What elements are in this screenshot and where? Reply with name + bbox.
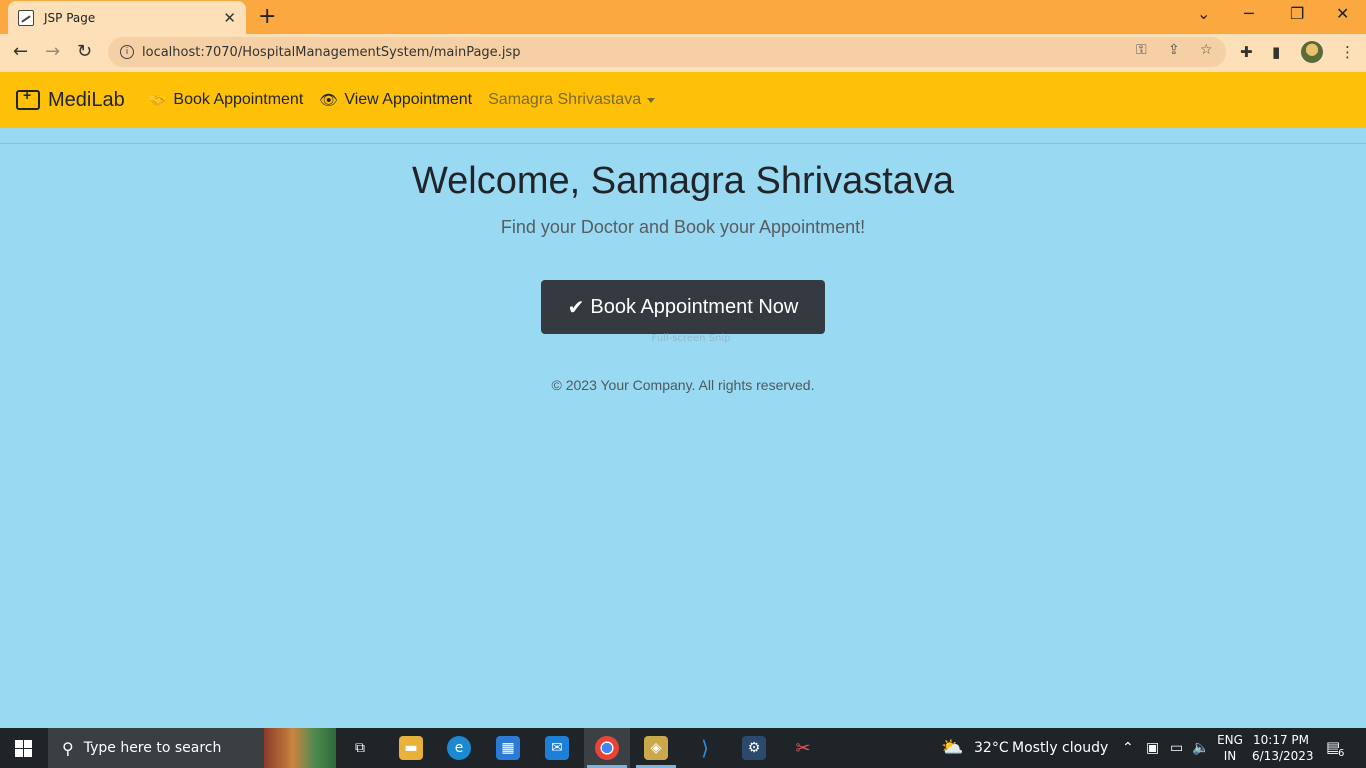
page-favicon-icon xyxy=(18,9,34,26)
vscode-icon[interactable]: ⟩ xyxy=(693,736,717,760)
site-info-icon[interactable]: i xyxy=(120,45,134,59)
store-icon[interactable]: ▦ xyxy=(496,736,520,760)
url-text: localhost:7070/HospitalManagementSystem/… xyxy=(142,44,521,60)
browser-tabstrip: JSP Page ✕ + ⌄ ─ ❐ ✕ xyxy=(0,0,1366,34)
user-dropdown[interactable]: Samagra Shrivastava xyxy=(488,91,656,109)
system-clock[interactable]: 10:17 PM 6/13/2023 xyxy=(1252,732,1314,764)
extensions-icon[interactable]: ✚ xyxy=(1240,43,1253,61)
menu-kebab-icon[interactable]: ⋮ xyxy=(1340,43,1355,61)
footer-copyright: © 2023 Your Company. All rights reserved… xyxy=(551,377,815,393)
content-divider xyxy=(0,143,1366,144)
file-explorer-icon[interactable]: ▬ xyxy=(399,736,423,760)
netbeans-icon[interactable]: ◈ xyxy=(644,736,668,760)
forward-button[interactable]: → xyxy=(45,41,60,62)
volume-icon[interactable]: 🔈 xyxy=(1192,740,1209,756)
mail-icon[interactable]: ✉ xyxy=(545,736,569,760)
network-icon[interactable]: ▭ xyxy=(1170,740,1183,756)
nav-view-label: View Appointment xyxy=(344,91,473,108)
notification-count: 6 xyxy=(1338,748,1345,759)
close-tab-icon[interactable]: ✕ xyxy=(223,9,236,27)
book-appointment-now-button[interactable]: ✔ Book Appointment Now xyxy=(541,280,825,334)
reload-button[interactable]: ↻ xyxy=(77,41,92,62)
hero-section: Welcome, Samagra Shrivastava Find your D… xyxy=(0,160,1366,238)
snip-tooltip: Full-screen Snip xyxy=(651,333,731,344)
search-highlight-image xyxy=(264,728,336,768)
task-view-icon[interactable]: ⧉ xyxy=(348,736,372,760)
close-window-button[interactable]: ✕ xyxy=(1336,4,1349,23)
language-indicator[interactable]: ENG IN xyxy=(1214,732,1246,764)
restore-button[interactable]: ❐ xyxy=(1290,4,1304,23)
clock-time: 10:17 PM xyxy=(1253,733,1309,747)
back-button[interactable]: ← xyxy=(13,41,28,62)
tab-search-icon[interactable]: ⌄ xyxy=(1197,4,1210,23)
minimize-button[interactable]: ─ xyxy=(1244,4,1254,23)
profile-avatar[interactable] xyxy=(1301,41,1323,63)
user-name: Samagra Shrivastava xyxy=(488,91,642,108)
snipping-tool-icon[interactable]: ✂ xyxy=(791,736,815,760)
welcome-subtitle: Find your Doctor and Book your Appointme… xyxy=(500,217,866,237)
handshake-icon: 🤝 xyxy=(148,92,168,109)
address-bar[interactable]: i localhost:7070/HospitalManagementSyste… xyxy=(108,37,1226,67)
browser-toolbar: ← → ↻ i localhost:7070/HospitalManagemen… xyxy=(0,34,1366,72)
brand-name: MediLab xyxy=(48,88,125,111)
windows-start-icon[interactable] xyxy=(15,740,32,757)
password-key-icon[interactable]: ⚿ xyxy=(1136,42,1147,58)
windows-taskbar: ⚲ Type here to search xyxy=(0,728,1366,768)
welcome-heading: Welcome, Samagra Shrivastava xyxy=(411,160,955,202)
check-icon: ✔ xyxy=(567,296,585,319)
nav-book-label: Book Appointment xyxy=(173,91,304,108)
brand-link[interactable]: MediLab xyxy=(16,87,125,112)
browser-tab[interactable]: JSP Page ✕ xyxy=(8,1,246,34)
hospital-icon xyxy=(16,87,40,110)
weather-text[interactable]: Mostly cloudy xyxy=(1012,740,1108,756)
cta-label: Book Appointment Now xyxy=(590,295,799,318)
region-code: IN xyxy=(1223,749,1237,763)
weather-temp[interactable]: 32°C xyxy=(974,740,1009,756)
nav-view-appointment[interactable]: 👁 View Appointment xyxy=(319,91,472,109)
chevron-up-icon[interactable]: ⌃ xyxy=(1122,740,1134,756)
nav-book-appointment[interactable]: 🤝 Book Appointment xyxy=(149,91,304,109)
language-code: ENG xyxy=(1217,733,1243,747)
share-icon[interactable]: ⇪ xyxy=(1168,42,1180,58)
taskbar-search[interactable]: ⚲ Type here to search xyxy=(48,728,336,768)
taskbar-search-placeholder: Type here to search xyxy=(83,740,222,756)
chrome-icon[interactable] xyxy=(595,736,619,760)
mysql-workbench-icon[interactable]: ⚙ xyxy=(742,736,766,760)
caret-down-icon xyxy=(647,97,656,103)
clock-date: 6/13/2023 xyxy=(1252,749,1314,763)
eye-icon: 👁 xyxy=(319,92,339,109)
weather-cloudy-icon[interactable]: ⛅ xyxy=(941,737,963,758)
meet-now-icon[interactable]: ▣ xyxy=(1146,740,1159,756)
side-panel-icon[interactable]: ▮ xyxy=(1272,43,1280,61)
new-tab-button[interactable]: + xyxy=(258,4,276,29)
search-icon: ⚲ xyxy=(62,738,74,758)
bookmark-star-icon[interactable]: ☆ xyxy=(1200,42,1213,58)
edge-icon[interactable]: e xyxy=(447,736,471,760)
tab-title: JSP Page xyxy=(44,10,96,25)
site-navbar: MediLab 🤝 Book Appointment 👁 View Appoin… xyxy=(0,72,1366,128)
